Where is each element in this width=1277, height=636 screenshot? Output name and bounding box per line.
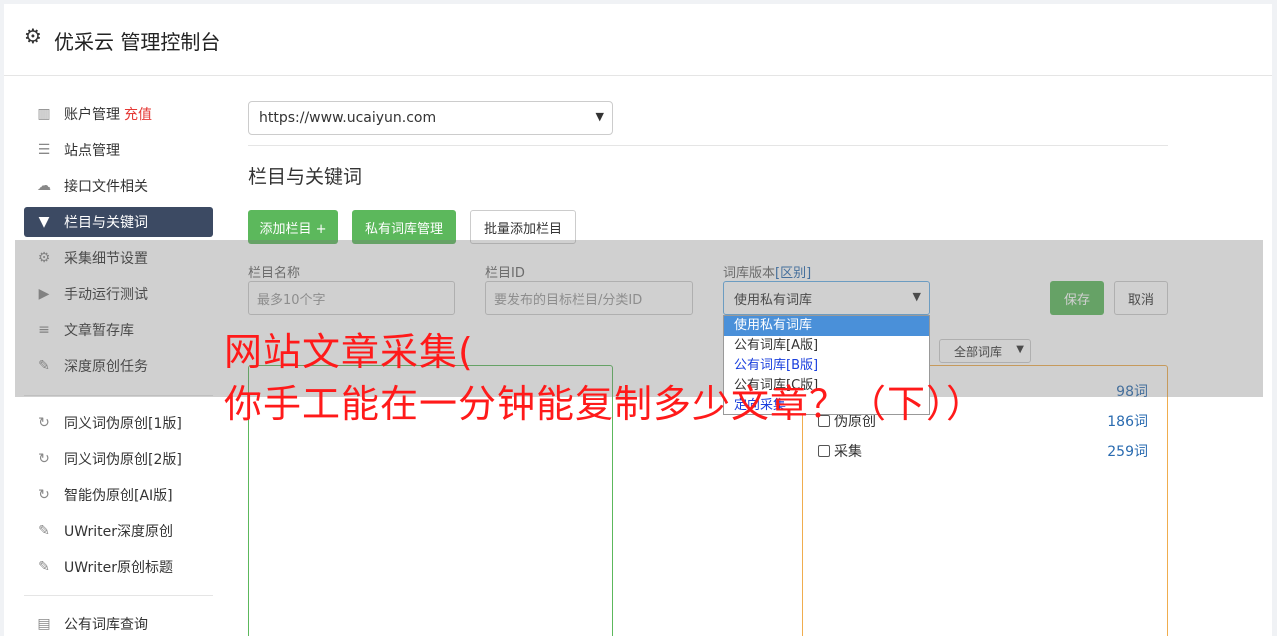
sidebar-item-interface[interactable]: ☁ 接口文件相关 (24, 171, 213, 201)
batch-add-button[interactable]: 批量添加栏目 (470, 210, 576, 244)
site-select[interactable]: https://www.ucaiyun.com ▼ (248, 101, 613, 135)
section-title: 栏目与关键词 (248, 166, 363, 188)
library-row[interactable]: 采集 259词 (818, 440, 1148, 462)
server-icon: ☰ (37, 142, 51, 158)
sidebar-item-public-lib[interactable]: ▤ 公有词库查询 (24, 609, 213, 636)
refresh-icon: ↻ (38, 415, 50, 431)
sidebar-item-sites[interactable]: ☰ 站点管理 (24, 135, 213, 165)
sidebar-item-ai-rewrite[interactable]: ↻ 智能伪原创[AI版] (24, 480, 213, 510)
top-header: ⚙ 优采云 管理控制台 (4, 4, 1272, 76)
site-select-value: https://www.ucaiyun.com (259, 110, 437, 126)
refresh-icon: ↻ (38, 451, 50, 467)
sidebar-item-label: 智能伪原创[AI版] (64, 488, 173, 504)
sidebar-item-label: 同义词伪原创[1版] (64, 416, 182, 432)
sidebar-item-label: 栏目与关键词 (64, 215, 148, 231)
edit-icon: ✎ (38, 523, 50, 539)
app-title: 优采云 管理控制台 (54, 30, 221, 54)
library-checkbox[interactable] (818, 445, 830, 457)
sidebar-divider (24, 595, 213, 596)
watermark-line: 你手工能在一分钟能复制多少文章？（下）） (224, 382, 986, 426)
sidebar-item-synonym-v2[interactable]: ↻ 同义词伪原创[2版] (24, 444, 213, 474)
filter-icon: ▼ (38, 214, 50, 230)
library-count: 186词 (1107, 414, 1148, 430)
bar-chart-icon: ▥ (37, 106, 51, 122)
chevron-down-icon: ▼ (595, 110, 604, 123)
sidebar-item-label: UWriter深度原创 (64, 524, 173, 540)
sidebar-item-uwriter-title[interactable]: ✎ UWriter原创标题 (24, 552, 213, 582)
sidebar-item-account[interactable]: ▥ 账户管理 充值 (24, 99, 213, 129)
divider (248, 145, 1168, 146)
watermark-text: 网站文章采集( 你手工能在一分钟能复制多少文章？（下）） (224, 326, 985, 430)
sidebar-item-label: UWriter原创标题 (64, 560, 173, 576)
library-label: 采集 (834, 444, 862, 460)
watermark-line: 网站文章采集( (224, 330, 474, 374)
sidebar-item-synonym-v1[interactable]: ↻ 同义词伪原创[1版] (24, 408, 213, 438)
cloud-upload-icon: ☁ (37, 178, 51, 194)
sidebar-item-label: 接口文件相关 (64, 179, 148, 195)
edit-icon: ✎ (38, 559, 50, 575)
gear-icon: ⚙ (24, 24, 42, 48)
private-lib-button[interactable]: 私有词库管理 (352, 210, 456, 244)
sidebar-item-label: 公有词库查询 (64, 617, 148, 633)
sidebar-item-label: 账户管理 (64, 107, 120, 123)
sidebar-item-label: 同义词伪原创[2版] (64, 452, 182, 468)
sidebar-item-columns[interactable]: ▼ 栏目与关键词 (24, 207, 213, 237)
refresh-icon: ↻ (38, 487, 50, 503)
library-count: 259词 (1107, 444, 1148, 460)
recharge-link[interactable]: 充值 (124, 104, 152, 124)
book-icon: ▤ (37, 616, 51, 632)
add-column-button[interactable]: 添加栏目 + (248, 210, 338, 244)
sidebar-item-uwriter-deep[interactable]: ✎ UWriter深度原创 (24, 516, 213, 546)
sidebar-item-label: 站点管理 (64, 143, 120, 159)
